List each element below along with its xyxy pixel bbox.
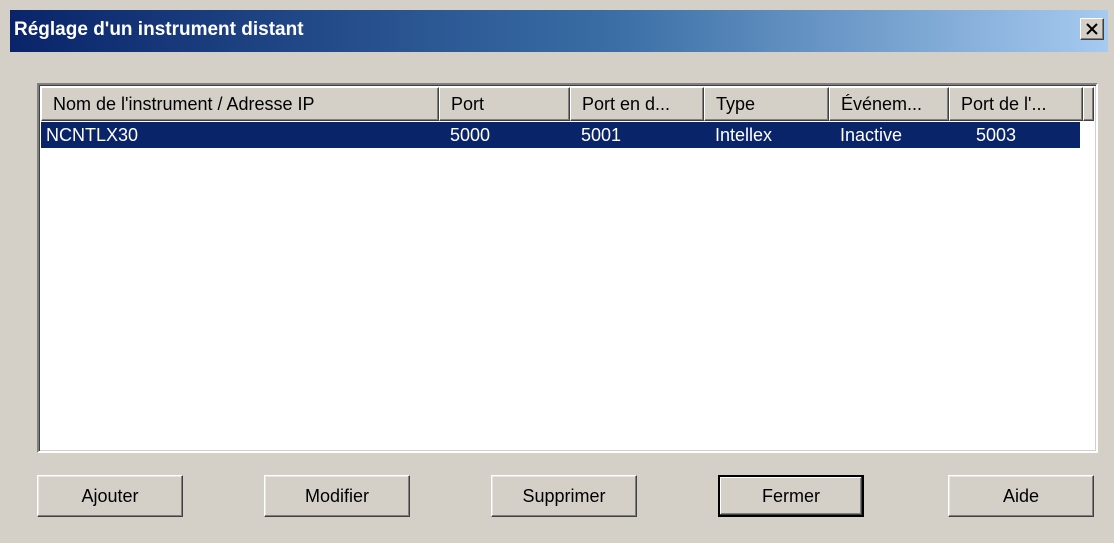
column-header-port[interactable]: Port bbox=[439, 87, 570, 121]
add-button[interactable]: Ajouter bbox=[37, 475, 183, 517]
remote-instrument-dialog: Réglage d'un instrument distant Nom de l… bbox=[0, 0, 1114, 543]
column-header-name[interactable]: Nom de l'instrument / Adresse IP bbox=[41, 87, 439, 121]
cell-name: NCNTLX30 bbox=[46, 125, 139, 145]
window-title: Réglage d'un instrument distant bbox=[14, 19, 304, 40]
table-row[interactable]: NCNTLX30 5000 5001 Intellex Inactive 500… bbox=[41, 122, 1080, 148]
column-header-port-en[interactable]: Port en d... bbox=[570, 87, 704, 121]
column-header-event[interactable]: Événem... bbox=[829, 87, 949, 121]
cell-port-de: 5003 bbox=[976, 125, 1017, 145]
cell-port: 5000 bbox=[450, 125, 491, 145]
list-header: Nom de l'instrument / Adresse IP Port Po… bbox=[41, 87, 1094, 121]
close-window-button[interactable] bbox=[1080, 18, 1104, 40]
close-button[interactable]: Fermer bbox=[718, 475, 864, 517]
instrument-list[interactable]: Nom de l'instrument / Adresse IP Port Po… bbox=[37, 83, 1098, 453]
modify-button[interactable]: Modifier bbox=[264, 475, 410, 517]
delete-button[interactable]: Supprimer bbox=[491, 475, 637, 517]
cell-port-en: 5001 bbox=[581, 125, 622, 145]
column-header-port-de[interactable]: Port de l'... bbox=[949, 87, 1083, 121]
help-button[interactable]: Aide bbox=[948, 475, 1094, 517]
close-icon bbox=[1086, 23, 1098, 35]
column-header-filler bbox=[1083, 87, 1094, 121]
cell-type: Intellex bbox=[715, 125, 773, 145]
cell-event: Inactive bbox=[840, 125, 903, 145]
title-bar[interactable]: Réglage d'un instrument distant bbox=[10, 10, 1108, 52]
column-header-type[interactable]: Type bbox=[704, 87, 829, 121]
